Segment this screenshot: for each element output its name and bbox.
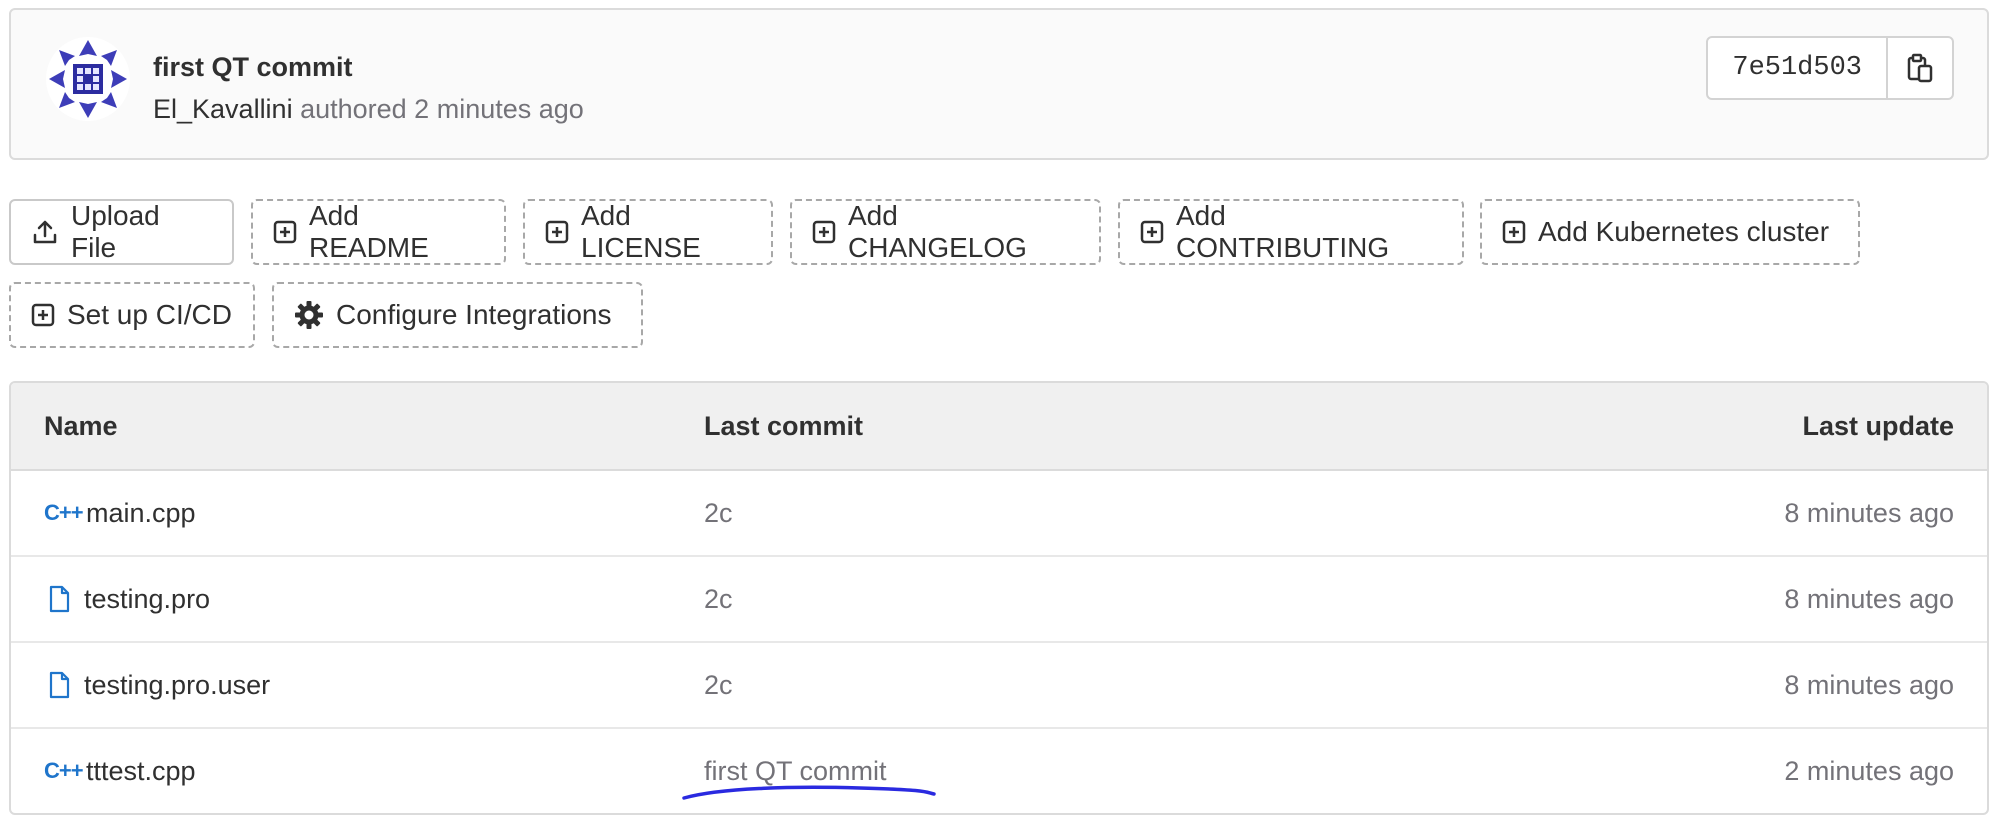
table-row[interactable]: testing.pro 2c 8 minutes ago xyxy=(11,557,1987,643)
add-contributing-label: Add CONTRIBUTING xyxy=(1176,200,1390,263)
configure-integrations-label: Configure Integrations xyxy=(336,299,612,330)
setup-cicd-label: Set up CI/CD xyxy=(67,299,232,330)
upload-file-button[interactable]: Upload File xyxy=(9,199,234,265)
plus-square-icon xyxy=(812,220,836,244)
file-name-link[interactable]: tttest.cpp xyxy=(86,756,196,787)
add-contributing-button[interactable]: Add CONTRIBUTING xyxy=(1118,199,1464,265)
add-license-button[interactable]: Add LICENSE xyxy=(523,199,773,265)
last-update-time: 8 minutes ago xyxy=(1784,669,1954,700)
cpp-file-icon: C++ xyxy=(44,500,84,525)
upload-file-label: Upload File xyxy=(71,200,160,263)
commit-sha-group: 7e51d503 xyxy=(1706,36,1954,100)
header-name: Name xyxy=(44,410,118,441)
setup-cicd-button[interactable]: Set up CI/CD xyxy=(9,282,255,348)
plus-square-icon xyxy=(31,303,55,327)
commit-sha[interactable]: 7e51d503 xyxy=(1708,38,1886,98)
file-icon xyxy=(49,585,70,613)
avatar[interactable] xyxy=(45,36,131,122)
commit-info-box: first QT commit El_Kavallini authored 2 … xyxy=(9,8,1989,160)
add-changelog-label: Add CHANGELOG xyxy=(848,200,1027,263)
header-last-update: Last update xyxy=(1802,410,1954,441)
add-license-label: Add LICENSE xyxy=(581,200,701,263)
configure-integrations-button[interactable]: Configure Integrations xyxy=(272,282,643,348)
commit-author[interactable]: El_Kavallini xyxy=(153,94,293,124)
table-row[interactable]: C++ main.cpp 2c 8 minutes ago xyxy=(11,471,1987,557)
last-commit-link[interactable]: 2c xyxy=(704,471,733,555)
commit-authored-time: authored 2 minutes ago xyxy=(300,94,584,124)
file-name-link[interactable]: testing.pro xyxy=(84,584,210,615)
add-readme-button[interactable]: Add README xyxy=(251,199,506,265)
commit-title[interactable]: first QT commit xyxy=(153,52,353,83)
file-name-link[interactable]: main.cpp xyxy=(86,498,196,529)
annotation-underline xyxy=(682,785,936,800)
table-header: Name Last commit Last update xyxy=(11,383,1987,471)
last-update-time: 2 minutes ago xyxy=(1784,755,1954,786)
file-icon xyxy=(49,671,70,699)
add-kubernetes-cluster-button[interactable]: Add Kubernetes cluster xyxy=(1480,199,1860,265)
plus-square-icon xyxy=(1502,220,1526,244)
plus-square-icon xyxy=(545,220,569,244)
header-last-commit: Last commit xyxy=(704,410,864,441)
last-update-time: 8 minutes ago xyxy=(1784,497,1954,528)
table-row[interactable]: C++ tttest.cpp first QT commit 2 minutes… xyxy=(11,729,1987,813)
cpp-file-icon: C++ xyxy=(44,758,84,783)
table-row[interactable]: testing.pro.user 2c 8 minutes ago xyxy=(11,643,1987,729)
add-kubernetes-label: Add Kubernetes cluster xyxy=(1538,216,1830,247)
add-readme-label: Add README xyxy=(309,200,429,263)
file-table: Name Last commit Last update C++ main.cp… xyxy=(9,381,1989,815)
commit-meta: El_Kavallini authored 2 minutes ago xyxy=(153,94,584,125)
gear-icon xyxy=(295,301,323,329)
add-changelog-button[interactable]: Add CHANGELOG xyxy=(790,199,1101,265)
clipboard-icon xyxy=(1907,53,1933,83)
last-commit-link[interactable]: 2c xyxy=(704,643,733,727)
last-update-time: 8 minutes ago xyxy=(1784,583,1954,614)
upload-icon xyxy=(33,220,57,244)
plus-square-icon xyxy=(273,220,297,244)
plus-square-icon xyxy=(1140,220,1164,244)
file-name-link[interactable]: testing.pro.user xyxy=(84,670,270,701)
copy-sha-button[interactable] xyxy=(1886,38,1952,98)
last-commit-link[interactable]: 2c xyxy=(704,557,733,641)
